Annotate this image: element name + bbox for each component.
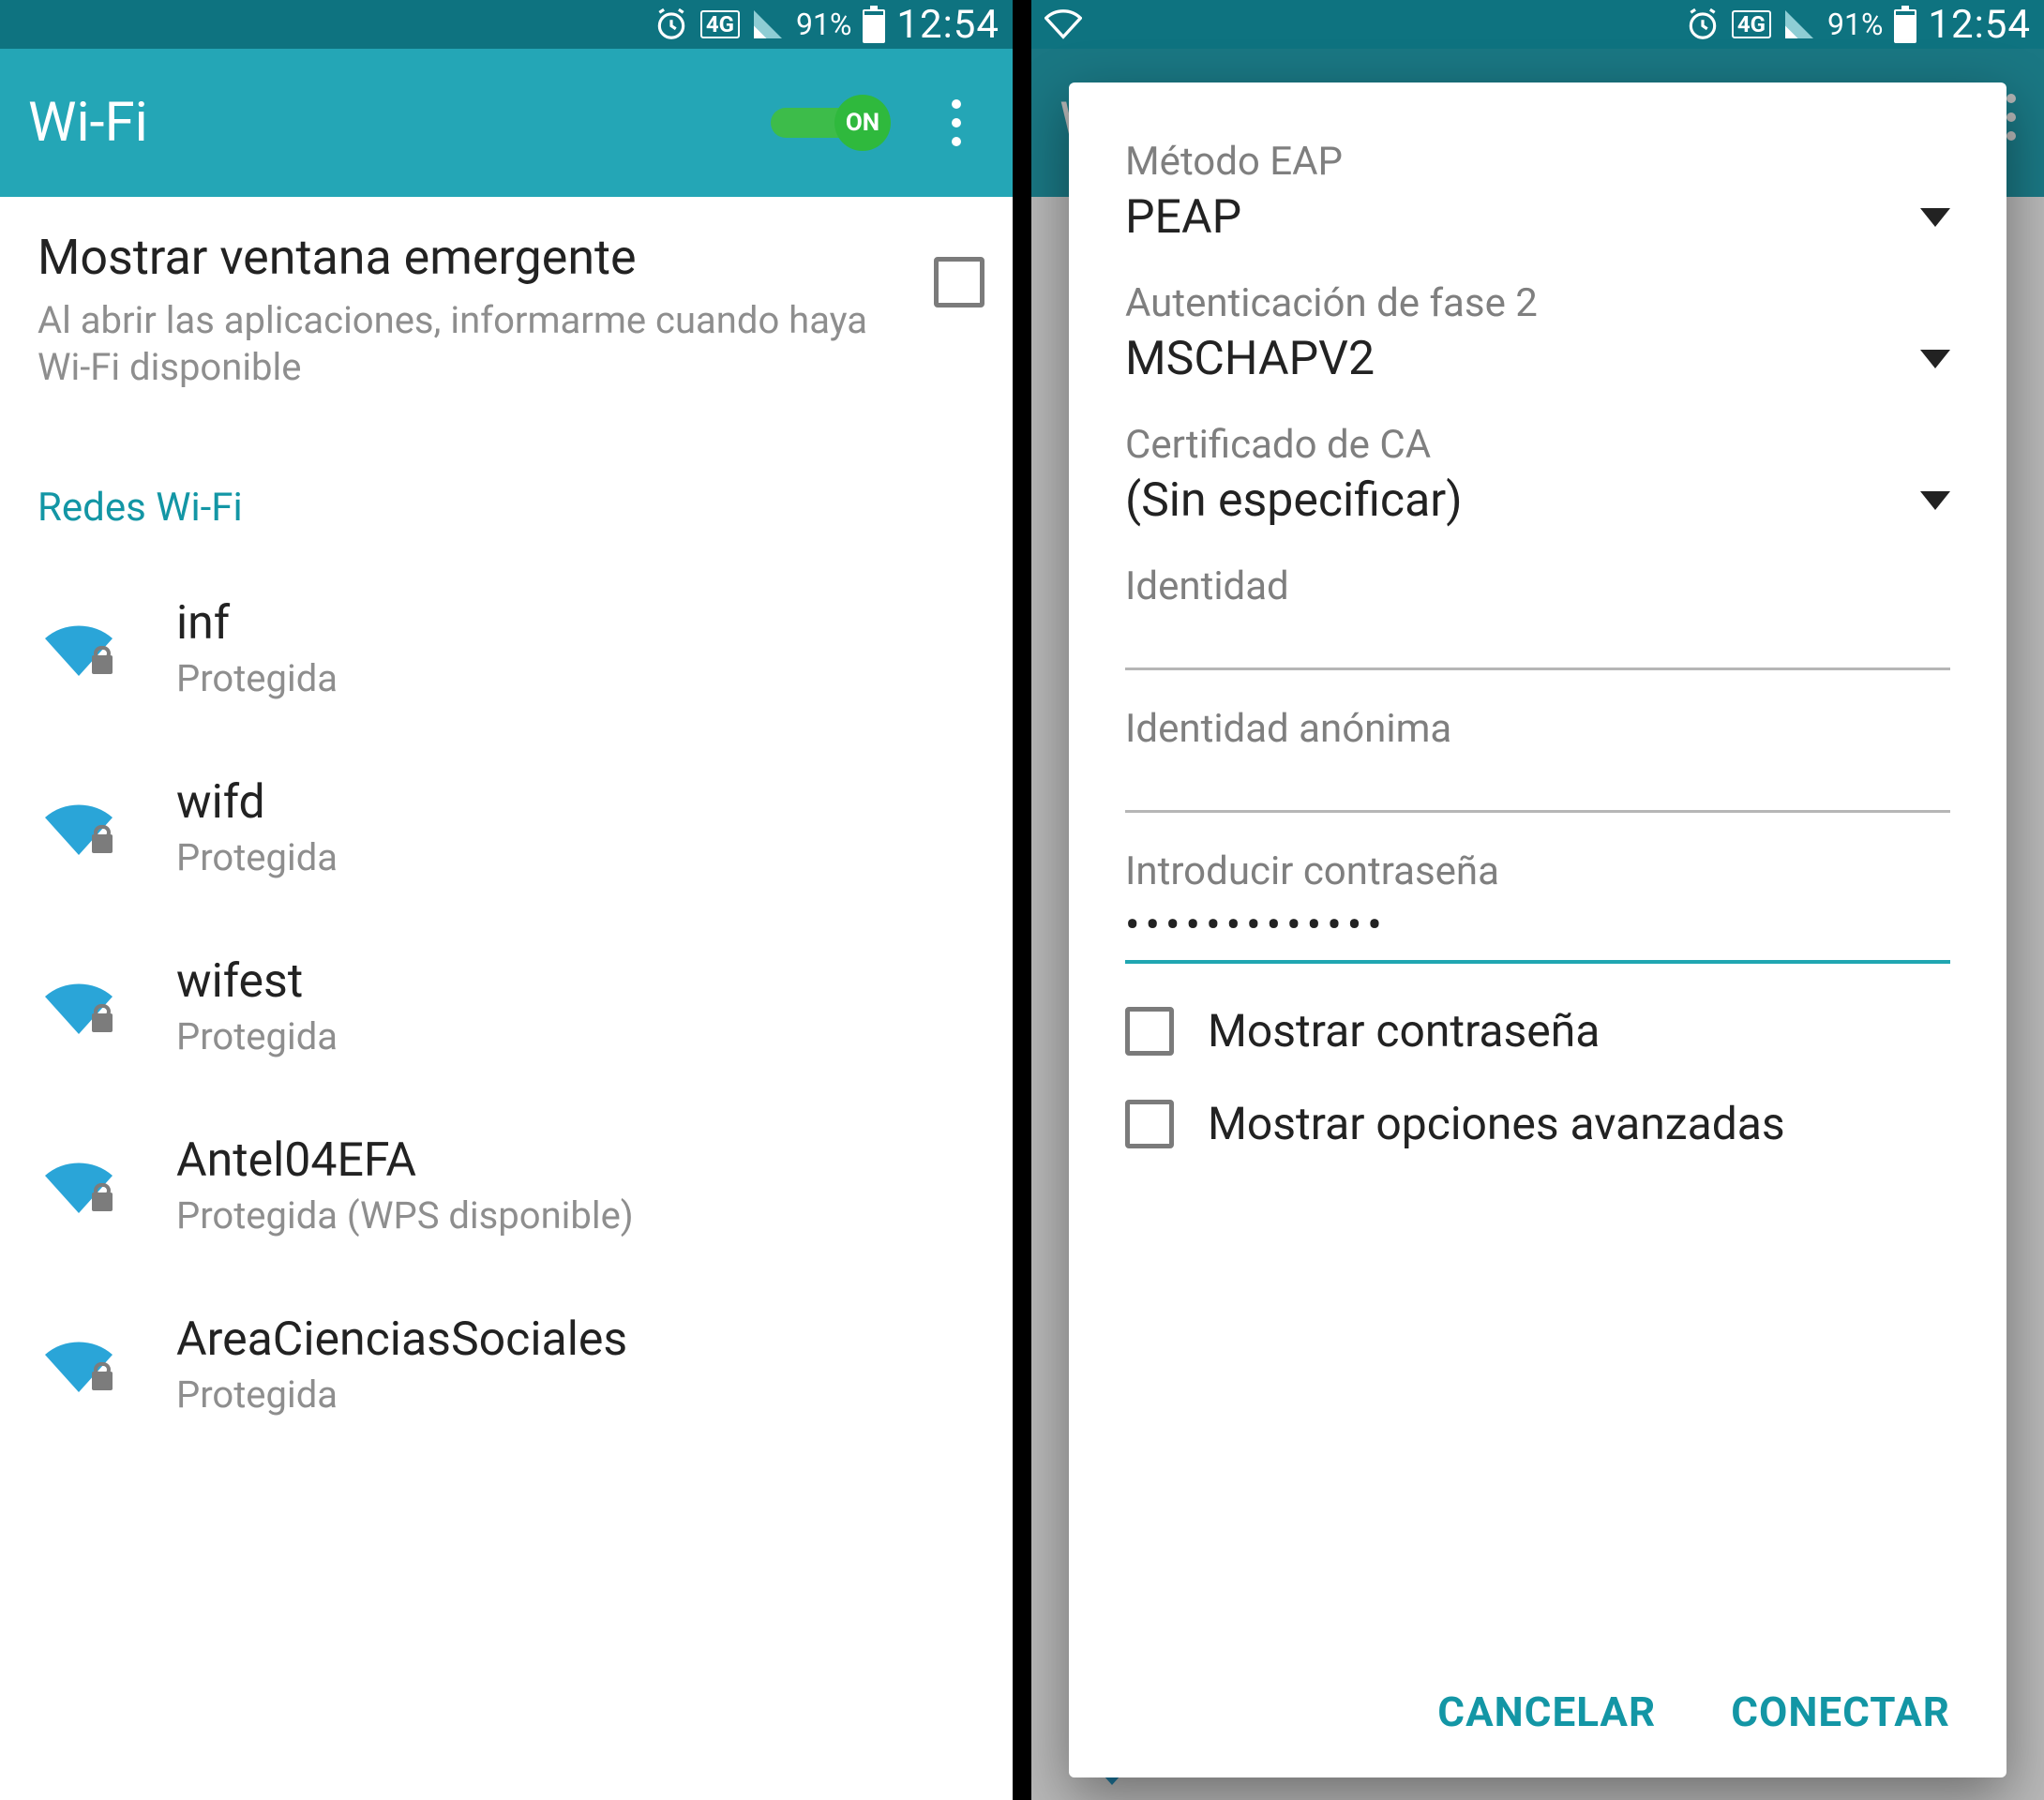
- battery-percent: 91%: [1827, 7, 1883, 42]
- wifi-lock-icon: [38, 616, 120, 682]
- network-item[interactable]: wifd Protegida: [0, 738, 1013, 917]
- alarm-icon: [654, 7, 689, 42]
- show-password-checkbox[interactable]: [1125, 1007, 1174, 1056]
- wifi-lock-icon: [38, 974, 120, 1040]
- signal-icon: [1782, 8, 1816, 41]
- phone-right: 4G 91% 12:54 W M Al ha Re Método: [1031, 0, 2044, 1800]
- chevron-down-icon: [1920, 491, 1950, 510]
- network-item[interactable]: AreaCienciasSociales Protegida: [0, 1275, 1013, 1454]
- status-bar: 4G 91% 12:54: [1031, 0, 2044, 49]
- network-item[interactable]: inf Protegida: [0, 559, 1013, 738]
- battery-percent: 91%: [796, 7, 851, 42]
- ca-cert-field[interactable]: Certificado de CA (Sin especificar): [1125, 422, 1950, 528]
- identity-field[interactable]: Identidad: [1125, 563, 1950, 670]
- overflow-menu-button[interactable]: [928, 99, 984, 146]
- network-status: Protegida (WPS disponible): [176, 1193, 634, 1238]
- wifi-status-icon: [1045, 9, 1082, 39]
- signal-icon: [751, 8, 785, 41]
- ca-cert-label: Certificado de CA: [1125, 422, 1950, 468]
- popup-checkbox[interactable]: [934, 257, 984, 308]
- popup-notification-row[interactable]: Mostrar ventana emergente Al abrir las a…: [0, 197, 1013, 428]
- password-value: •••••••••••••: [1125, 900, 1950, 951]
- show-advanced-row[interactable]: Mostrar opciones avanzadas: [1125, 1098, 1950, 1149]
- chevron-down-icon: [1920, 350, 1950, 368]
- anon-identity-label: Identidad anónima: [1125, 706, 1950, 752]
- show-advanced-checkbox[interactable]: [1125, 1100, 1174, 1148]
- network-status: Protegida: [176, 835, 338, 879]
- lte-label: 4G: [706, 13, 734, 36]
- password-label: Introducir contraseña: [1125, 848, 1950, 894]
- wifi-toggle[interactable]: ON: [771, 95, 891, 151]
- wifi-lock-icon: [38, 1153, 120, 1219]
- wifi-lock-icon: [38, 1332, 120, 1398]
- page-title: Wi-Fi: [28, 91, 771, 155]
- network-name: inf: [176, 596, 338, 651]
- status-time: 12:54: [1928, 2, 2031, 48]
- phase2-auth-label: Autenticación de fase 2: [1125, 280, 1950, 326]
- networks-section-label: Redes Wi-Fi: [0, 428, 1013, 559]
- popup-subtitle: Al abrir las aplicaciones, informarme cu…: [38, 297, 906, 391]
- network-name: wifd: [176, 775, 338, 830]
- network-name: Antel04EFA: [176, 1133, 634, 1188]
- lte-label: 4G: [1737, 13, 1766, 36]
- eap-method-field[interactable]: Método EAP PEAP: [1125, 139, 1950, 245]
- network-name: AreaCienciasSociales: [176, 1312, 627, 1367]
- identity-label: Identidad: [1125, 563, 1950, 609]
- network-item[interactable]: wifest Protegida: [0, 917, 1013, 1096]
- content-area: Mostrar ventana emergente Al abrir las a…: [0, 197, 1013, 1800]
- network-status: Protegida: [176, 1014, 338, 1058]
- connect-button[interactable]: CONECTAR: [1731, 1688, 1950, 1736]
- wifi-lock-icon: [38, 795, 120, 861]
- wifi-connect-dialog: Método EAP PEAP Autenticación de fase 2 …: [1069, 82, 2006, 1778]
- show-password-row[interactable]: Mostrar contraseña: [1125, 1005, 1950, 1057]
- chevron-down-icon: [1920, 208, 1950, 227]
- network-name: wifest: [176, 954, 338, 1009]
- cancel-button[interactable]: CANCELAR: [1437, 1688, 1656, 1736]
- lte-icon: 4G: [1732, 10, 1771, 38]
- phase2-auth-value: MSCHAPV2: [1125, 332, 1920, 386]
- wifi-toggle-thumb: ON: [834, 95, 891, 151]
- anon-identity-field[interactable]: Identidad anónima: [1125, 706, 1950, 813]
- dialog-actions: CANCELAR CONECTAR: [1069, 1659, 2006, 1778]
- eap-method-label: Método EAP: [1125, 139, 1950, 185]
- show-password-label: Mostrar contraseña: [1208, 1005, 1600, 1057]
- status-bar: 4G 91% 12:54: [0, 0, 1013, 49]
- show-advanced-label: Mostrar opciones avanzadas: [1208, 1098, 1785, 1149]
- eap-method-value: PEAP: [1125, 190, 1920, 245]
- app-bar: Wi-Fi ON: [0, 49, 1013, 197]
- network-status: Protegida: [176, 1372, 627, 1417]
- phase2-auth-field[interactable]: Autenticación de fase 2 MSCHAPV2: [1125, 280, 1950, 386]
- password-field[interactable]: Introducir contraseña •••••••••••••: [1125, 848, 1950, 964]
- phone-left: 4G 91% 12:54 Wi-Fi ON Mostrar ventana em…: [0, 0, 1013, 1800]
- network-item[interactable]: Antel04EFA Protegida (WPS disponible): [0, 1096, 1013, 1275]
- battery-icon: [1894, 6, 1916, 43]
- screenshot-divider: [1013, 0, 1031, 1800]
- ca-cert-value: (Sin especificar): [1125, 473, 1920, 528]
- battery-icon: [863, 6, 885, 43]
- alarm-icon: [1685, 7, 1721, 42]
- status-time: 12:54: [896, 2, 999, 48]
- popup-title: Mostrar ventana emergente: [38, 229, 906, 286]
- lte-icon: 4G: [700, 10, 740, 38]
- network-status: Protegida: [176, 656, 338, 700]
